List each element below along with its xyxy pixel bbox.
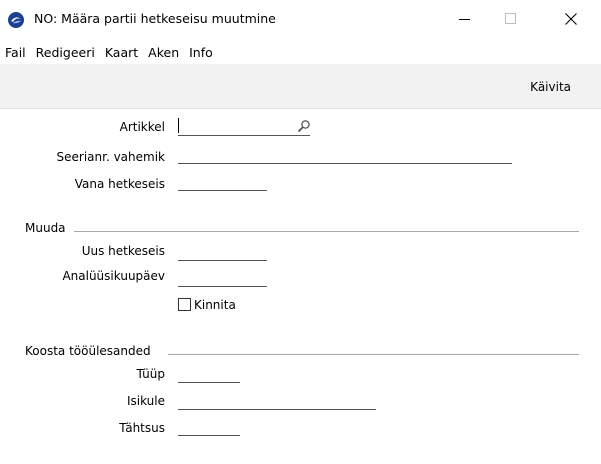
tahtsus-field[interactable] (178, 419, 240, 436)
muuda-divider (74, 231, 579, 232)
text-caret (178, 118, 179, 133)
maximize-icon (505, 13, 516, 24)
analuusikuupaev-field[interactable] (178, 270, 267, 287)
minimize-button[interactable] (442, 0, 488, 38)
maximize-button[interactable] (488, 0, 534, 38)
analuusikuupaev-label: Analüüsikuupäev (62, 269, 165, 283)
minimize-icon (459, 19, 470, 20)
seerianr-label: Seerianr. vahemik (56, 150, 166, 164)
menu-bar: Fail Redigeeri Kaart Aken Info (0, 40, 601, 64)
vana-hetkeseis-label: Vana hetkeseis (74, 177, 165, 191)
run-button[interactable]: Käivita (530, 80, 571, 94)
muuda-section-label: Muuda (25, 221, 66, 235)
isikule-label: Isikule (126, 394, 165, 408)
tuup-field[interactable] (178, 366, 240, 383)
menu-kaart[interactable]: Kaart (105, 45, 138, 60)
menu-fail[interactable]: Fail (5, 45, 26, 60)
isikule-field[interactable] (178, 393, 376, 410)
seerianr-field[interactable] (178, 147, 512, 164)
koosta-divider (168, 354, 579, 355)
search-icon[interactable] (297, 119, 311, 133)
artikkel-label: Artikkel (119, 120, 165, 134)
artikkel-field[interactable] (178, 118, 311, 136)
close-icon (565, 13, 577, 25)
tahtsus-label: Tähtsus (119, 421, 165, 435)
close-button[interactable] (548, 0, 594, 38)
menu-redigeeri[interactable]: Redigeeri (36, 45, 95, 60)
koosta-section-label: Koosta tööülesanded (25, 344, 151, 358)
toolbar: Käivita (0, 64, 601, 109)
title-bar: NO: Määra partii hetkeseisu muutmine (0, 0, 601, 38)
menu-aken[interactable]: Aken (148, 45, 179, 60)
kinnita-label: Kinnita (194, 298, 236, 312)
vana-hetkeseis-field[interactable] (178, 174, 267, 191)
uus-hetkeseis-label: Uus hetkeseis (81, 244, 165, 258)
uus-hetkeseis-field[interactable] (178, 244, 267, 261)
tuup-label: Tüüp (136, 367, 165, 381)
kinnita-checkbox[interactable] (178, 298, 191, 311)
menu-info[interactable]: Info (189, 45, 213, 60)
window-title: NO: Määra partii hetkeseisu muutmine (34, 11, 276, 26)
app-icon (8, 12, 24, 28)
